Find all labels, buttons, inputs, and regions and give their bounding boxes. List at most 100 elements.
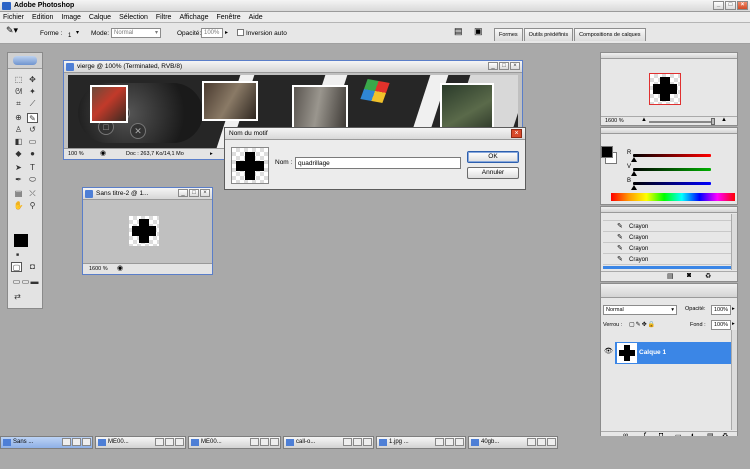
notes-icon[interactable]: ▤ (13, 189, 24, 199)
dodge-icon[interactable]: ● (27, 149, 38, 159)
maximize-icon[interactable]: □ (725, 1, 736, 10)
minimized-document[interactable]: Sans ... (0, 436, 93, 449)
minimized-document[interactable]: 1.jpg ... (376, 436, 466, 449)
magic-wand-icon[interactable]: ✦ (27, 87, 38, 97)
ok-button[interactable]: OK (467, 151, 519, 163)
marquee-icon[interactable]: ⬚ (13, 75, 24, 85)
history-item-selected[interactable] (603, 266, 731, 269)
minimize-icon[interactable]: _ (178, 189, 188, 197)
crop-icon[interactable]: ⌗ (13, 99, 24, 109)
palette-header[interactable] (601, 128, 737, 134)
slider-thumb-icon[interactable] (631, 157, 637, 162)
zoom-slider[interactable] (649, 121, 713, 123)
minimized-document[interactable]: 40gb... (468, 436, 558, 449)
mode-select[interactable]: Normal ▾ (111, 28, 161, 38)
document-title-bar[interactable]: vierge @ 100% (Terminated, RVB/8) _ □ × (64, 61, 522, 73)
zoom-out-icon[interactable]: ▲ (641, 117, 647, 123)
blend-mode-select[interactable]: Normal ▾ (603, 305, 677, 315)
menu-filtre[interactable]: Filtre (156, 12, 172, 22)
slice-icon[interactable]: ⟋ (27, 99, 38, 109)
foreground-color-swatch[interactable] (14, 234, 28, 247)
move-icon[interactable]: ✥ (27, 75, 38, 85)
history-row[interactable] (603, 215, 731, 221)
imageready-icon[interactable]: ⇄ (12, 292, 23, 302)
opacity-arrow-icon[interactable]: ▸ (225, 29, 228, 38)
close-icon[interactable]: × (511, 129, 522, 138)
palette-header[interactable] (601, 53, 737, 59)
palette-header[interactable] (601, 207, 737, 213)
opacity-field[interactable]: 100% (711, 305, 731, 315)
default-colors-icon[interactable]: ■ (12, 250, 23, 260)
zoom-value[interactable]: 1600 % (89, 264, 108, 274)
close-icon[interactable]: × (737, 1, 748, 10)
screen-mode-full-icon[interactable]: ▬ (29, 277, 40, 287)
eye-icon[interactable]: 👁 (604, 347, 613, 355)
menu-selection[interactable]: Sélection (119, 12, 148, 22)
tab-formes[interactable]: Formes (494, 28, 523, 41)
type-icon[interactable]: T (27, 163, 38, 173)
healing-brush-icon[interactable]: ⊕ (13, 113, 24, 123)
pattern-name-input[interactable] (295, 157, 461, 169)
navigator-zoom[interactable]: 1600 % (605, 118, 624, 124)
zoom-in-icon[interactable]: ▲ (721, 117, 727, 123)
dialog-title-bar[interactable]: Nom du motif × (225, 128, 525, 140)
blur-icon[interactable]: ◆ (13, 149, 24, 159)
layers-scrollbar[interactable] (731, 330, 737, 430)
blue-slider[interactable] (633, 182, 711, 185)
clone-stamp-icon[interactable]: ♙ (13, 125, 24, 135)
fill-field[interactable]: 100% (711, 320, 731, 330)
info-arrow-icon[interactable]: ▸ (210, 149, 213, 159)
quick-mask-icon[interactable]: ◘ (27, 262, 38, 272)
cancel-button[interactable]: Annuler (467, 167, 519, 179)
opacity-field[interactable]: 100% (201, 28, 223, 38)
minimized-document[interactable]: ME00... (95, 436, 186, 449)
maximize-icon[interactable]: □ (189, 189, 199, 197)
palette-well-icon[interactable]: ▤ (454, 27, 463, 36)
menu-affichage[interactable]: Affichage (179, 12, 208, 22)
tab-outils-predefinis[interactable]: Outils prédéfinis (523, 28, 574, 41)
menu-edition[interactable]: Edition (32, 12, 53, 22)
red-slider[interactable] (633, 154, 711, 157)
history-scrollbar[interactable] (731, 214, 737, 270)
minimize-icon[interactable]: _ (713, 1, 724, 10)
foreground-color-swatch[interactable] (601, 146, 613, 158)
menu-fenetre[interactable]: Fenêtre (217, 12, 241, 22)
zoom-icon[interactable]: ⚲ (27, 201, 38, 211)
lasso-icon[interactable]: ᘛ (13, 87, 24, 97)
maximize-icon[interactable]: □ (499, 62, 509, 70)
snapshot-icon[interactable]: ◙ (687, 272, 691, 279)
close-icon[interactable]: × (510, 62, 520, 70)
pencil-icon[interactable]: ✎ (27, 113, 38, 123)
close-icon[interactable]: × (200, 189, 210, 197)
history-item[interactable]: ✎ Crayon (603, 222, 731, 232)
eraser-icon[interactable]: ◧ (13, 137, 24, 147)
canvas-pattern[interactable] (129, 216, 159, 246)
slider-thumb-icon[interactable] (631, 185, 637, 190)
eyedropper-icon[interactable]: ⤬ (27, 189, 38, 199)
trash-icon[interactable]: ♻ (705, 272, 711, 280)
forme-value[interactable]: 1 (68, 32, 71, 41)
menu-image[interactable]: Image (61, 12, 80, 22)
pencil-tool-preset-icon[interactable]: ✎▾ (6, 26, 18, 35)
history-item[interactable]: ✎ Crayon (603, 244, 731, 254)
pen-icon[interactable]: ✒ (13, 175, 24, 185)
inversion-auto-checkbox[interactable] (237, 29, 244, 36)
toolbox-header[interactable] (8, 53, 42, 69)
zoom-value[interactable]: 100 % (68, 149, 84, 159)
lock-icons[interactable]: ▢✎✥🔒 (629, 321, 656, 328)
menu-fichier[interactable]: Fichier (3, 12, 24, 22)
shape-icon[interactable]: ⬭ (27, 175, 38, 185)
minimize-icon[interactable]: _ (488, 62, 498, 70)
green-slider[interactable] (633, 168, 711, 171)
chevron-down-icon[interactable]: ▾ (76, 29, 79, 38)
file-browser-icon[interactable]: ▣ (474, 27, 483, 36)
gradient-icon[interactable]: ▭ (27, 137, 38, 147)
slider-thumb-icon[interactable] (631, 171, 637, 176)
history-item[interactable]: ✎ Crayon (603, 233, 731, 243)
history-item[interactable]: ✎ Crayon (603, 255, 731, 265)
navigator-preview[interactable] (649, 73, 681, 105)
palette-header[interactable] (601, 284, 737, 298)
history-brush-icon[interactable]: ↺ (27, 125, 38, 135)
hand-icon[interactable]: ✋ (13, 201, 24, 211)
fill-arrow-icon[interactable]: ▸ (732, 321, 735, 327)
